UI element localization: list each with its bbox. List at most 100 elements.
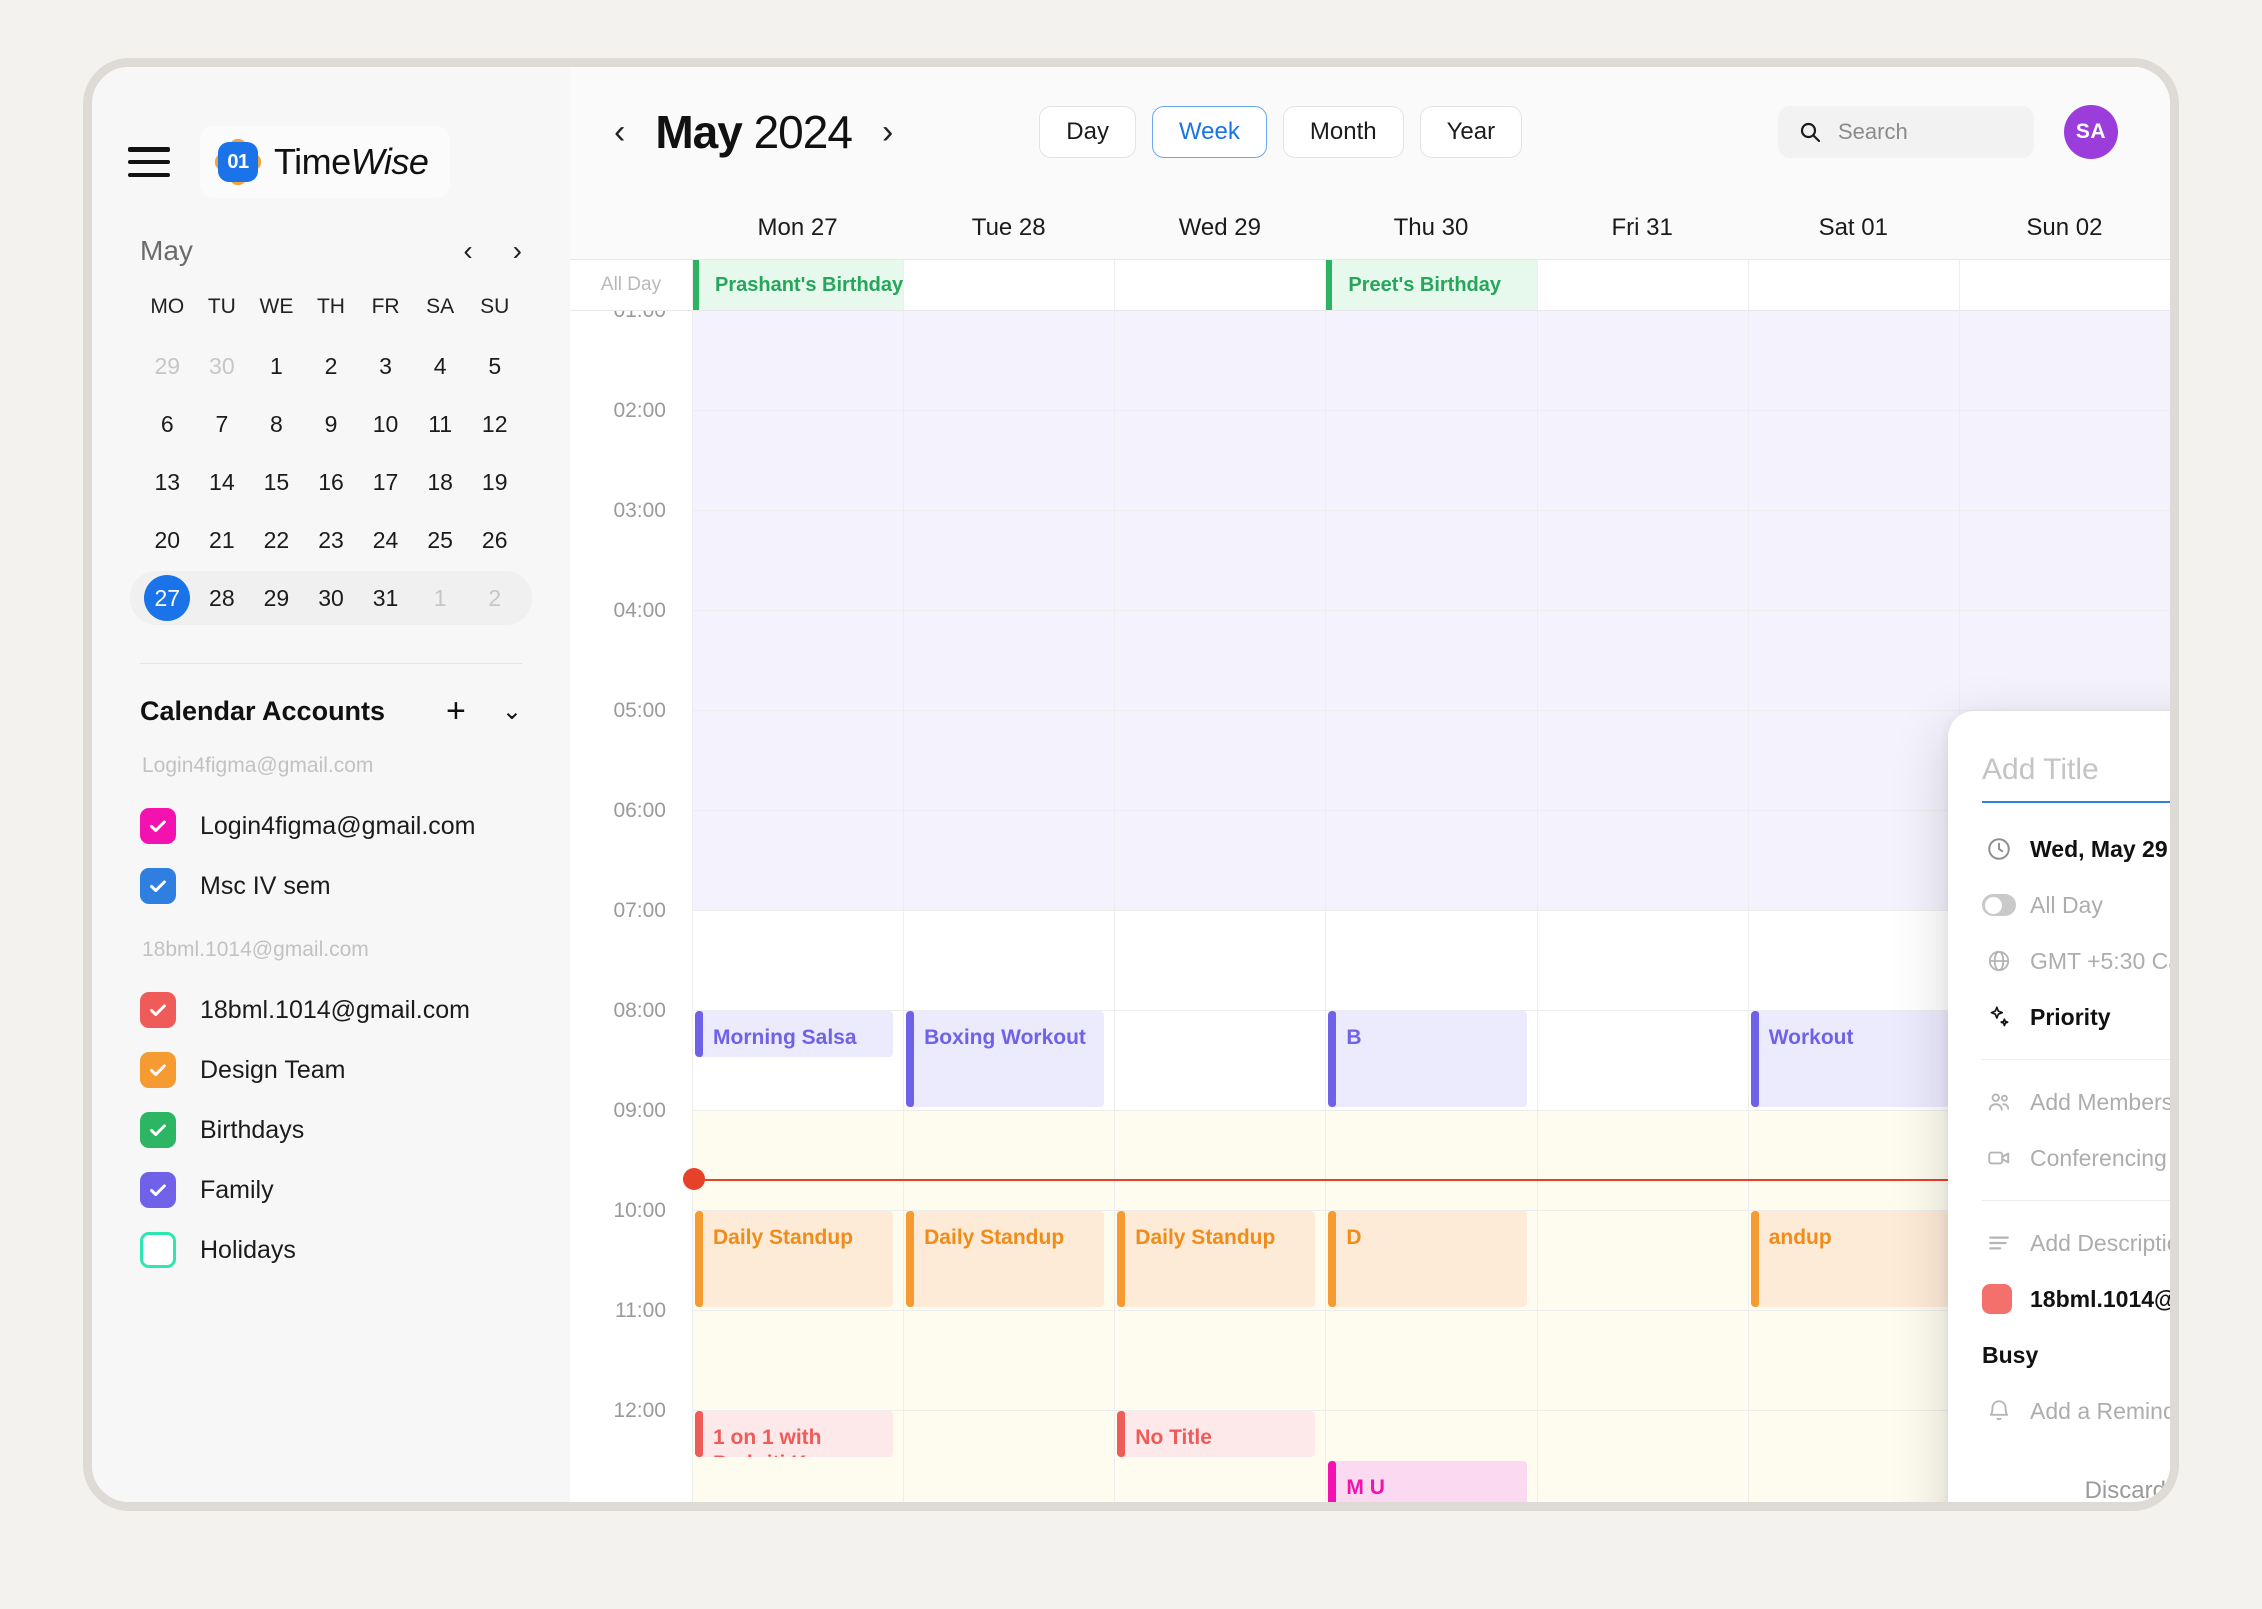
time-slot[interactable] (904, 711, 1114, 811)
time-slot[interactable] (904, 1411, 1114, 1502)
add-description-label[interactable]: Add Description or Attachment (2030, 1230, 2179, 1257)
time-slot[interactable] (1749, 1411, 1959, 1502)
checkbox-checked-icon[interactable] (140, 1172, 176, 1208)
time-slot[interactable] (1538, 1311, 1748, 1411)
time-slot[interactable] (1326, 611, 1536, 711)
all-day-cell[interactable]: Prashant's Birthday (692, 260, 903, 310)
time-slot[interactable] (1538, 1011, 1748, 1111)
mini-calendar-day[interactable]: 7 (195, 395, 250, 453)
checkbox-checked-icon[interactable] (140, 1052, 176, 1088)
view-tab-day[interactable]: Day (1039, 106, 1136, 158)
checkbox-checked-icon[interactable] (140, 992, 176, 1028)
time-slot[interactable] (1749, 1311, 1959, 1411)
time-slot[interactable] (1326, 911, 1536, 1011)
time-slot[interactable] (1538, 911, 1748, 1011)
calendar-event[interactable]: Boxing Workout (906, 1011, 1104, 1107)
mini-calendar-day[interactable]: 8 (249, 395, 304, 453)
calendar-account-item[interactable]: Birthdays (140, 1100, 522, 1160)
all-day-cell[interactable] (1537, 260, 1748, 310)
day-column-0[interactable]: Morning SalsaDaily Standup1 on 1 with Pr… (692, 311, 903, 1502)
mini-calendar-day[interactable]: 11 (413, 395, 468, 453)
mini-calendar-day[interactable]: 6 (140, 395, 195, 453)
calendar-event[interactable]: Morning Salsa (695, 1011, 893, 1057)
calendar-event[interactable]: Daily Standup (1117, 1211, 1315, 1307)
calendar-account-item[interactable]: Login4figma@gmail.com (140, 796, 522, 856)
time-slot[interactable] (1115, 1311, 1325, 1411)
time-slot[interactable] (693, 611, 903, 711)
mini-calendar-day[interactable]: 13 (140, 453, 195, 511)
weekday-header-5[interactable]: Sat 01 (1748, 197, 1959, 259)
mini-calendar-day[interactable]: 3 (358, 337, 413, 395)
time-slot[interactable] (1115, 711, 1325, 811)
time-slot[interactable] (1115, 611, 1325, 711)
time-slot[interactable] (1538, 611, 1748, 711)
avatar[interactable]: SA (2064, 105, 2118, 159)
mini-calendar-day[interactable]: 1 (413, 569, 468, 627)
calendar-event[interactable]: Workout (1751, 1011, 1949, 1107)
time-slot[interactable] (1326, 311, 1536, 411)
calendar-event[interactable]: D (1328, 1211, 1526, 1307)
time-slot[interactable] (1960, 311, 2170, 411)
time-slot[interactable] (1749, 411, 1959, 511)
add-members-label[interactable]: Add Members (2030, 1089, 2173, 1116)
weekday-header-6[interactable]: Sun 02 (1959, 197, 2170, 259)
time-slot[interactable] (1538, 811, 1748, 911)
time-slot[interactable] (1749, 711, 1959, 811)
time-slot[interactable] (904, 411, 1114, 511)
day-column-3[interactable]: BDM U (1325, 311, 1536, 1502)
mini-calendar-day[interactable]: 25 (413, 511, 468, 569)
event-title-input[interactable] (1982, 753, 2179, 803)
search-input[interactable]: Search (1778, 106, 2034, 158)
day-column-2[interactable]: Daily StandupNo TitleAmbulance On Call (1114, 311, 1325, 1502)
day-column-5[interactable]: Workoutandupance Review (1748, 311, 1959, 1502)
all-day-cell[interactable] (903, 260, 1114, 310)
mini-calendar-day[interactable]: 2 (467, 569, 522, 627)
mini-calendar-day[interactable]: 31 (358, 569, 413, 627)
time-slot[interactable] (1538, 1411, 1748, 1502)
time-slot[interactable] (1326, 1111, 1536, 1211)
time-slot[interactable] (1115, 811, 1325, 911)
mini-calendar-next-icon[interactable]: › (513, 237, 522, 265)
mini-calendar-day[interactable]: 10 (358, 395, 413, 453)
all-day-cell[interactable] (1748, 260, 1959, 310)
time-slot[interactable] (904, 611, 1114, 711)
all-day-event[interactable]: Preet's Birthday (1326, 260, 1536, 310)
calendar-event[interactable]: No Title (1117, 1411, 1315, 1457)
calendar-event[interactable]: M U (1328, 1461, 1526, 1502)
time-slot[interactable] (693, 911, 903, 1011)
mini-calendar-day[interactable]: 30 (304, 569, 359, 627)
weekday-header-0[interactable]: Mon 27 (692, 197, 903, 259)
time-slot[interactable] (1960, 511, 2170, 611)
all-day-cell[interactable]: Preet's Birthday (1325, 260, 1536, 310)
time-slot[interactable] (693, 311, 903, 411)
prev-period-icon[interactable]: ‹ (614, 113, 625, 152)
checkbox-checked-icon[interactable] (140, 808, 176, 844)
calendar-account-name[interactable]: 18bml.1014@gmail.com (2030, 1286, 2179, 1313)
time-slot[interactable] (1749, 311, 1959, 411)
time-slot[interactable] (693, 1311, 903, 1411)
plus-icon[interactable]: + (446, 694, 466, 728)
weekday-header-4[interactable]: Fri 31 (1537, 197, 1748, 259)
time-slot[interactable] (904, 1311, 1114, 1411)
time-slot[interactable] (1538, 411, 1748, 511)
time-slot[interactable] (1326, 711, 1536, 811)
time-slot[interactable] (1749, 511, 1959, 611)
mini-calendar-day[interactable]: 18 (413, 453, 468, 511)
time-slot[interactable] (693, 511, 903, 611)
mini-calendar-day[interactable]: 12 (467, 395, 522, 453)
mini-calendar-day[interactable]: 5 (467, 337, 522, 395)
time-slot[interactable] (1538, 511, 1748, 611)
time-slot[interactable] (1326, 1311, 1536, 1411)
busy-label[interactable]: Busy (1982, 1342, 2038, 1369)
time-slot[interactable] (904, 811, 1114, 911)
time-slot[interactable] (1960, 411, 2170, 511)
checkbox-checked-icon[interactable] (140, 868, 176, 904)
time-slot[interactable] (1326, 811, 1536, 911)
mini-calendar-day[interactable]: 14 (195, 453, 250, 511)
mini-calendar-day[interactable]: 29 (249, 569, 304, 627)
checkbox-unchecked-icon[interactable] (140, 1232, 176, 1268)
calendar-event[interactable]: Daily Standup (906, 1211, 1104, 1307)
time-slot[interactable] (1115, 511, 1325, 611)
day-column-4[interactable]: Instagram Master Class with Vibhu (1537, 311, 1748, 1502)
weekday-header-2[interactable]: Wed 29 (1114, 197, 1325, 259)
